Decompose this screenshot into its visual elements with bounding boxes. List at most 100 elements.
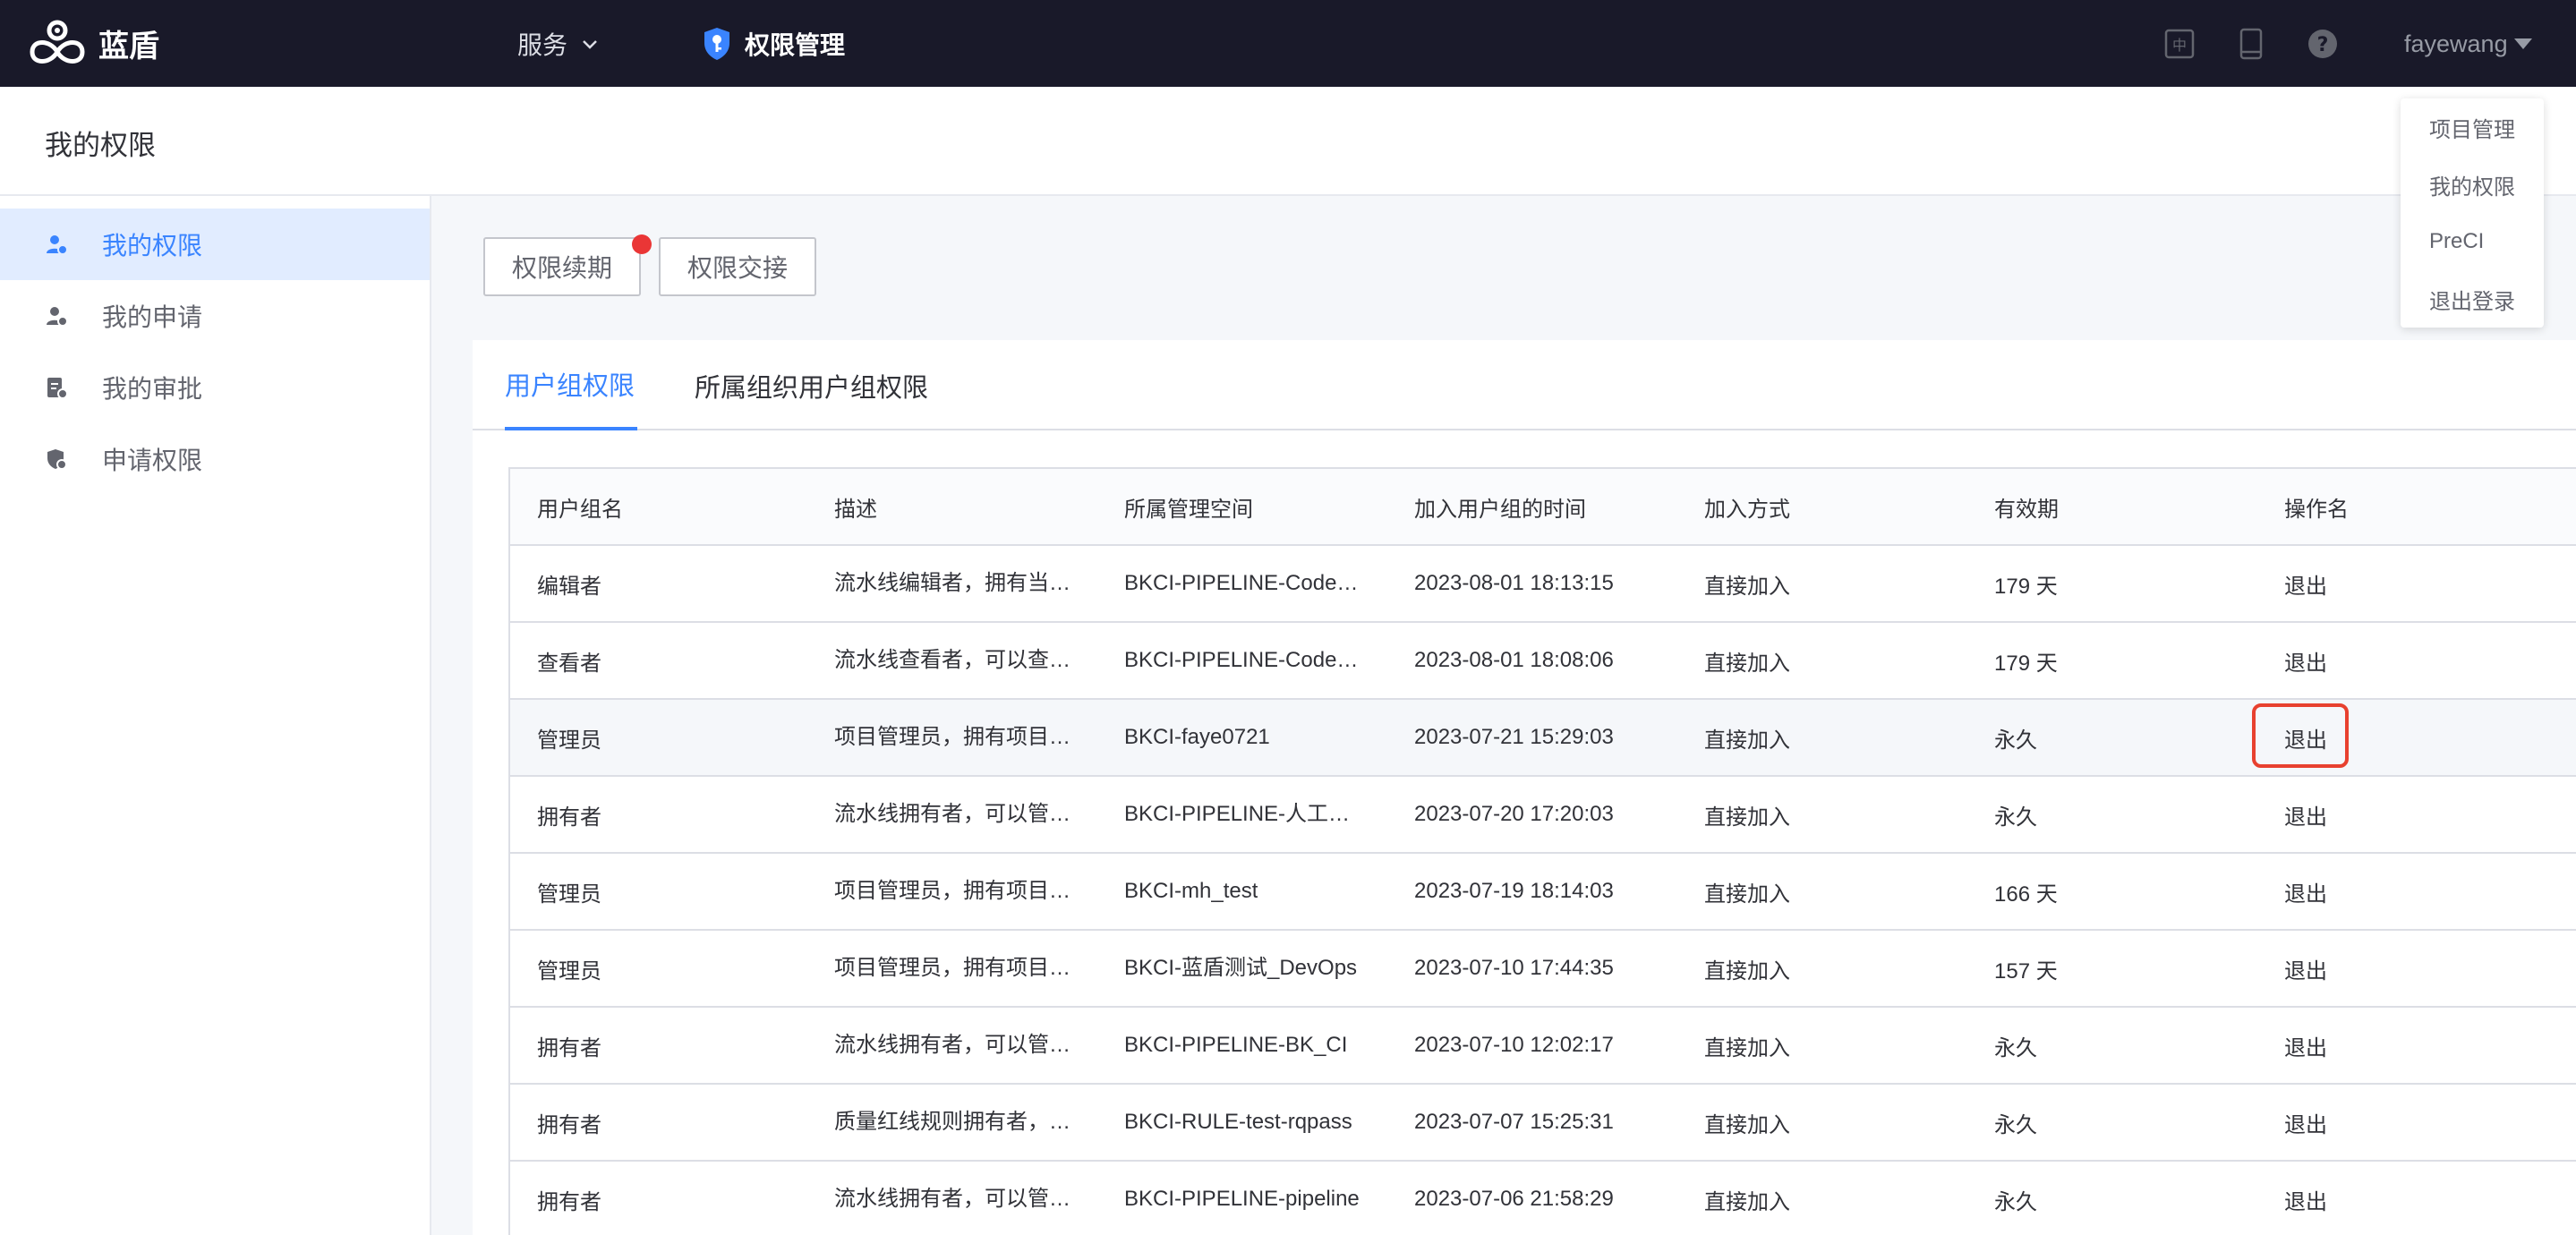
module-title: 权限管理 [745,31,846,59]
join-method: 直接加入 [1704,882,1790,907]
svg-text:中: 中 [2172,37,2187,54]
renew-permissions-button[interactable]: 权限续期 [483,237,641,296]
group-name-link[interactable]: 管理员 [537,854,601,929]
validity-period: 永久 [1994,728,2037,753]
group-name-link[interactable]: 拥有者 [537,1162,601,1235]
tab-org-group-permissions[interactable]: 所属组织用户组权限 [695,340,928,430]
brand-logo[interactable]: 蓝盾 [25,18,159,68]
validity-period: 166 天 [1994,882,2058,907]
management-space-link[interactable]: BKCI-PIPELINE-BK_CI [1124,1008,1347,1083]
user-menu[interactable]: fayewang [2404,25,2533,63]
menu-item-logout[interactable]: 退出登录 [2429,281,2515,317]
column-header: 有效期 [1994,497,2059,522]
notification-dot [632,234,652,254]
table-row: 管理员 项目管理员，拥有项目内所有权限 BKCI-蓝盾测试_DevOps 202… [510,931,2576,1008]
group-name-link[interactable]: 管理员 [537,931,601,1006]
validity-period: 永久 [1994,1189,2037,1214]
sidebar-item-my-permissions[interactable]: 我的权限 [0,209,430,280]
management-space-link[interactable]: BKCI-RULE-test-rqpass [1124,1085,1352,1160]
exit-button[interactable]: 退出 [2284,1162,2327,1235]
validity-period: 157 天 [1994,958,2058,984]
join-method: 直接加入 [1704,574,1790,599]
chevron-down-icon [583,40,597,49]
help[interactable]: ? [2306,27,2340,61]
group-description: 流水线拥有者，可以管理当前流水线 [834,1187,1074,1211]
exit-button[interactable]: 退出 [2284,777,2327,852]
validity-period: 永久 [1994,805,2037,830]
join-method: 直接加入 [1704,651,1790,676]
table-row: 编辑者 流水线编辑者，拥有当前流水线编辑权限 BKCI-PIPELINE-Cod… [510,546,2576,623]
tab-label: 所属组织用户组权限 [695,373,929,403]
brand-name: 蓝盾 [98,29,159,64]
column-header: 描述 [834,497,877,522]
help-icon: ? [2308,30,2337,58]
page-title: 我的权限 [45,130,156,161]
sidebar-item-my-applications[interactable]: 我的申请 [0,280,430,352]
sidebar-item-my-approvals[interactable]: 我的审批 [0,352,430,423]
service-menu[interactable]: 服务 [517,25,600,63]
group-description: 项目管理员，拥有项目内所有权限 [834,725,1074,749]
management-space-link[interactable]: BKCI-PIPELINE-CodeCC [1124,546,1364,621]
group-description: 项目管理员，拥有项目内所有权限 [834,956,1074,980]
join-method: 直接加入 [1704,728,1790,753]
user-apply-icon [45,304,68,328]
user-shield-icon [45,233,68,256]
group-name-link[interactable]: 编辑者 [537,546,601,621]
approval-doc-icon [45,376,68,399]
join-method: 直接加入 [1704,1189,1790,1214]
management-space-link[interactable]: BKCI-mh_test [1124,854,1258,929]
table-row: 管理员 项目管理员，拥有项目内所有权限 BKCI-mh_test 2023-07… [510,854,2576,931]
join-time: 2023-07-21 15:29:03 [1414,725,1614,749]
exit-button[interactable]: 退出 [2284,546,2327,621]
join-time: 2023-08-01 18:08:06 [1414,648,1614,672]
group-name-link[interactable]: 拥有者 [537,777,601,852]
sidebar-item-label: 我的权限 [102,232,203,260]
management-space-link[interactable]: BKCI-蓝盾测试_DevOps [1124,931,1357,1006]
menu-item-my-permissions[interactable]: 我的权限 [2429,166,2515,202]
table-row: 拥有者 流水线拥有者，可以管理当前流水线 BKCI-PIPELINE-人工审核 … [510,777,2576,854]
language-switch[interactable]: 中 [2162,27,2196,61]
mobile-icon [2239,28,2263,60]
menu-item-project-management[interactable]: 项目管理 [2429,109,2515,145]
management-space-link[interactable]: BKCI-faye0721 [1124,700,1270,775]
validity-period: 永久 [1994,1112,2037,1137]
exit-button[interactable]: 退出 [2284,931,2327,1006]
mobile-app[interactable] [2234,27,2268,61]
management-space-link[interactable]: BKCI-PIPELINE-pipeline [1124,1162,1360,1235]
table-row: 拥有者 质量红线规则拥有者，可以管理规则 BKCI-RULE-test-rqpa… [510,1085,2576,1162]
join-time: 2023-07-07 15:25:31 [1414,1110,1614,1134]
top-navigation-bar: 蓝盾 服务 权限管理 中 ? fayewang [0,0,2576,87]
exit-button[interactable]: 退出 [2284,1008,2327,1083]
user-dropdown-menu: 项目管理 我的权限 PreCI 退出登录 [2401,98,2544,328]
join-time: 2023-07-10 17:44:35 [1414,956,1614,980]
group-name-link[interactable]: 拥有者 [537,1008,601,1083]
permissions-table: 用户组名 描述 所属管理空间 加入用户组的时间 加入方式 有效期 操作名 编辑者… [508,467,2576,1235]
group-description: 流水线编辑者，拥有当前流水线编辑权限 [834,571,1074,595]
management-space-link[interactable]: BKCI-PIPELINE-人工审核 [1124,777,1364,852]
handover-permissions-button[interactable]: 权限交接 [659,237,816,296]
group-name-link[interactable]: 拥有者 [537,1085,601,1160]
table-row: 管理员 项目管理员，拥有项目内所有权限 BKCI-faye0721 2023-0… [510,700,2576,777]
join-time: 2023-07-20 17:20:03 [1414,802,1614,826]
table-row: 拥有者 流水线拥有者，可以管理当前流水线 BKCI-PIPELINE-pipel… [510,1162,2576,1235]
group-description: 流水线拥有者，可以管理当前流水线 [834,1033,1074,1057]
lock-shield-icon [45,447,68,471]
group-name-link[interactable]: 管理员 [537,700,601,775]
sidebar-item-label: 我的申请 [102,303,203,331]
bluekinglogo-icon [30,20,85,64]
group-name-link[interactable]: 查看者 [537,623,601,698]
exit-button[interactable]: 退出 [2284,854,2327,929]
shield-key-icon [704,28,729,60]
exit-button[interactable]: 退出 [2284,700,2327,775]
table-header: 用户组名 描述 所属管理空间 加入用户组的时间 加入方式 有效期 操作名 [510,469,2576,546]
tab-user-group-permissions[interactable]: 用户组权限 [505,340,637,430]
exit-button[interactable]: 退出 [2284,1085,2327,1160]
management-space-link[interactable]: BKCI-PIPELINE-CodeCC [1124,623,1364,698]
join-time: 2023-08-01 18:13:15 [1414,571,1614,595]
sidebar-item-request-permissions[interactable]: 申请权限 [0,423,430,495]
join-time: 2023-07-19 18:14:03 [1414,879,1614,903]
menu-item-preci[interactable]: PreCI [2429,224,2484,260]
validity-period: 179 天 [1994,651,2058,676]
exit-button[interactable]: 退出 [2284,623,2327,698]
current-module[interactable]: 权限管理 [702,23,845,64]
